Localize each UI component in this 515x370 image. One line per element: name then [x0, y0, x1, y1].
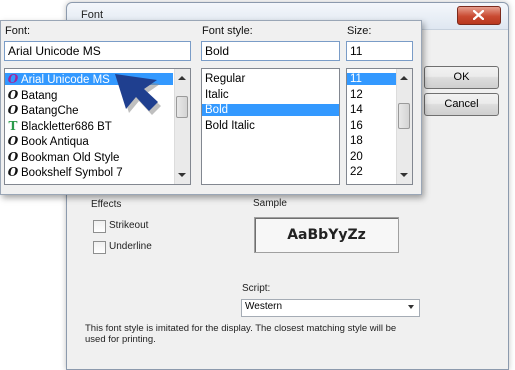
font-style-label: Font style: [202, 25, 253, 37]
opentype-icon: O [7, 87, 19, 102]
list-item[interactable]: 20 [347, 151, 396, 163]
strikeout-label: Strikeout [109, 220, 149, 231]
list-item[interactable]: 16 [347, 120, 396, 132]
font-input[interactable]: Arial Unicode MS [4, 41, 191, 61]
list-item-label: Bold [205, 104, 229, 116]
list-item[interactable]: O Bookman Old Style [5, 149, 173, 164]
info-text: This font style is imitated for the disp… [85, 323, 397, 345]
opentype-icon: O [7, 134, 19, 148]
list-item[interactable]: Bold Italic [202, 120, 339, 132]
scroll-thumb[interactable] [176, 96, 188, 118]
list-item-label: Book Antiqua [21, 136, 89, 148]
font-style-list[interactable]: Regular Italic Bold Bold Italic [201, 68, 340, 185]
list-item[interactable]: 12 [347, 89, 396, 101]
list-item-label: Bookshelf Symbol 7 [21, 167, 123, 179]
size-list-scrollbar[interactable] [396, 69, 412, 184]
list-item[interactable]: T Blackletter686 BT [5, 118, 173, 133]
close-button[interactable] [457, 6, 501, 25]
list-item-label: 22 [350, 166, 363, 178]
opentype-icon: O [7, 149, 19, 164]
list-item-label: Italic [205, 88, 229, 101]
size-list[interactable]: 11 12 14 16 18 20 22 [346, 68, 413, 185]
list-item-label: 12 [350, 88, 363, 101]
sample-text: AaBbYyZz [287, 227, 366, 243]
list-item[interactable]: Regular [202, 73, 339, 85]
scroll-down-icon[interactable] [178, 173, 186, 177]
script-select[interactable]: Western [241, 299, 420, 317]
underline-label: Underline [109, 241, 152, 252]
size-label: Size: [347, 25, 372, 37]
list-item-label: Bold Italic [205, 119, 255, 132]
effects-label: Effects [91, 199, 122, 210]
list-item-label: Bookman Old Style [21, 151, 120, 164]
font-label: Font: [5, 25, 31, 37]
list-item-label: Batang [21, 89, 58, 102]
sample-label: Sample [253, 198, 287, 209]
scroll-up-icon[interactable] [178, 76, 186, 80]
script-label: Script: [242, 283, 271, 294]
list-item[interactable]: 14 [347, 104, 396, 116]
scroll-thumb[interactable] [398, 103, 410, 129]
scroll-down-icon[interactable] [400, 173, 408, 177]
list-item-label: 14 [350, 104, 363, 116]
zoom-overlay: Font: Font style: Size: Arial Unicode MS… [0, 20, 422, 195]
list-item-label: 20 [350, 150, 363, 163]
chevron-down-icon [408, 305, 414, 309]
list-item[interactable]: O Book Antiqua [5, 134, 173, 148]
ok-button[interactable]: OK [424, 66, 499, 89]
list-item-label: Regular [205, 73, 246, 85]
close-icon [473, 10, 484, 20]
list-item-label: BatangChe [21, 105, 79, 117]
strikeout-checkbox[interactable] [93, 220, 106, 233]
list-item-label: 18 [350, 135, 363, 147]
underline-checkbox[interactable] [93, 241, 106, 254]
size-input[interactable]: 11 [346, 41, 413, 61]
opentype-icon: O [7, 72, 19, 86]
list-item[interactable]: 18 [347, 135, 396, 147]
opentype-icon: O [7, 165, 19, 179]
list-item[interactable]: 22 [347, 166, 396, 178]
list-item[interactable]: O Bookshelf Symbol 7 [5, 165, 173, 179]
sample-preview: AaBbYyZz [254, 217, 399, 253]
arrow-pointer-icon [115, 74, 161, 115]
list-item-label: Arial Unicode MS [21, 74, 110, 86]
script-value: Western [245, 301, 283, 312]
font-list-scrollbar[interactable] [174, 69, 190, 184]
scroll-up-icon[interactable] [400, 76, 408, 80]
list-item[interactable]: Italic [202, 89, 339, 101]
list-item-label: 16 [350, 119, 363, 132]
list-item[interactable]: Bold [202, 104, 339, 116]
list-item-label: Blackletter686 BT [21, 120, 112, 133]
list-item[interactable]: 11 [347, 73, 396, 85]
opentype-icon: O [7, 103, 19, 117]
font-style-input[interactable]: Bold [201, 41, 340, 61]
cancel-button[interactable]: Cancel [424, 93, 499, 116]
truetype-icon: T [8, 118, 18, 133]
list-item-label: 11 [350, 73, 362, 85]
